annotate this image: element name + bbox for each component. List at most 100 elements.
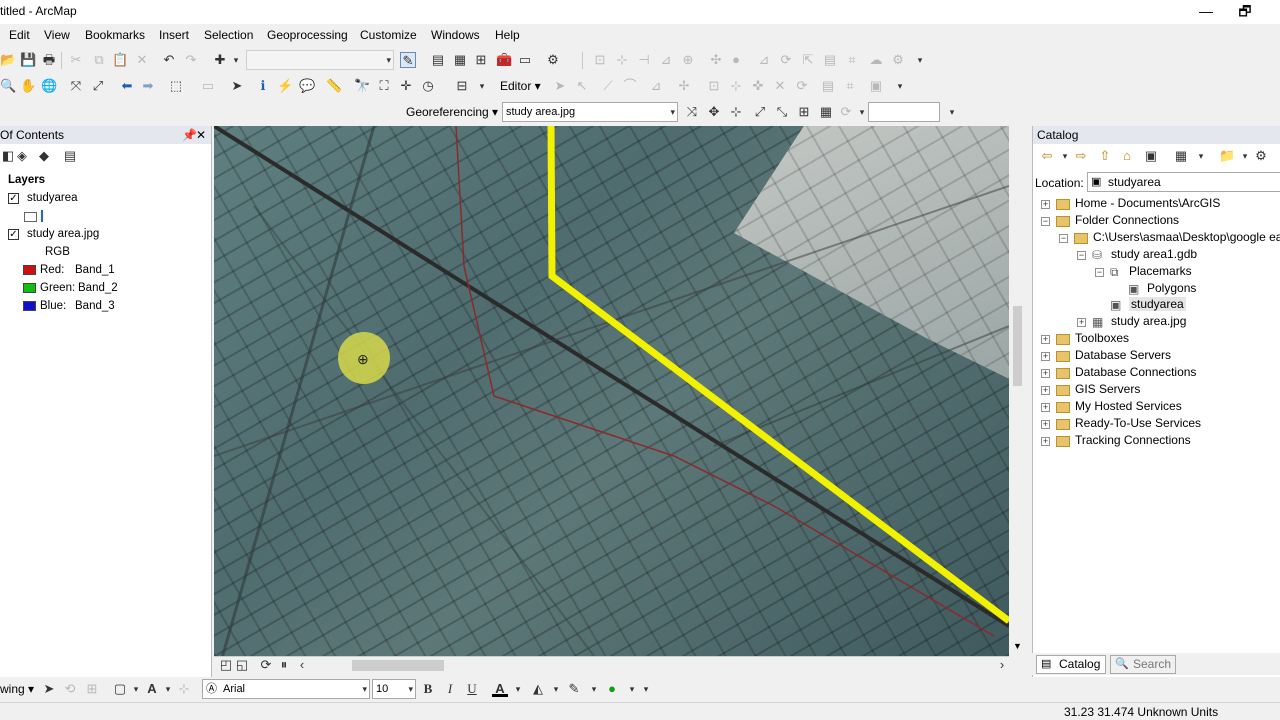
forward-extent-icon[interactable]: ➡ [140, 78, 156, 94]
collapse-icon[interactable]: − [1059, 233, 1068, 243]
font-combo[interactable]: Ⓐ Arial ▾ [202, 679, 370, 699]
menu-help[interactable]: Help [495, 28, 520, 42]
time-slider-icon[interactable]: ◷ [420, 78, 436, 94]
catalog-tree-item[interactable]: Database Servers [1075, 348, 1171, 362]
list-by-visibility-icon[interactable]: ◆ [36, 148, 52, 164]
scroll-right-icon[interactable]: › [994, 657, 1010, 673]
catalog-tree-item[interactable]: Ready-To-Use Services [1075, 416, 1201, 430]
catalog-tree-item[interactable]: Database Connections [1075, 365, 1196, 379]
topology-icon[interactable]: ✣ [708, 52, 724, 68]
edit-vertices-icon[interactable]: ⊹ [176, 681, 192, 697]
layer-checkbox[interactable]: ✓ [8, 229, 19, 240]
expand-icon[interactable]: + [1041, 385, 1050, 395]
catalog-tree-item[interactable]: Home - Documents\ArcGIS [1075, 196, 1220, 210]
reshape-feature-icon[interactable]: ⊹ [728, 78, 744, 94]
arctoolbox-icon[interactable]: 🧰 [496, 52, 512, 68]
html-popup-icon[interactable]: 💬 [299, 78, 315, 94]
pause-icon[interactable]: ⏸ [276, 657, 292, 673]
hyperlink-icon[interactable]: ⚡ [277, 78, 293, 94]
rotate-icon[interactable]: ⟳ [778, 52, 794, 68]
restore-button[interactable]: 🗗 [1222, 0, 1268, 24]
delete-icon[interactable]: ✕ [134, 52, 150, 68]
cloud-icon[interactable]: ☁ [868, 52, 884, 68]
layout-view-icon[interactable]: ◱ [234, 657, 250, 673]
edit-tool-icon[interactable]: ➤ [552, 78, 568, 94]
straight-segment-icon[interactable]: ⟋ [600, 78, 616, 94]
menu-selection[interactable]: Selection [204, 28, 253, 42]
select-elements-icon[interactable]: ➤ [229, 78, 245, 94]
drawing-menu[interactable]: wing ▾ [0, 682, 34, 696]
forward-icon[interactable]: ⇨ [1073, 148, 1089, 164]
fixed-zoom-in-icon[interactable]: ⤧ [68, 78, 84, 94]
catalog-tree-item[interactable]: My Hosted Services [1075, 399, 1182, 413]
expand-icon[interactable]: + [1041, 419, 1050, 429]
chevron-down-icon[interactable]: ▾ [548, 681, 564, 697]
rotate-angle-input[interactable] [868, 102, 940, 122]
endpoint-arc-icon[interactable]: ⌒ [622, 78, 638, 94]
scroll-thumb[interactable] [1013, 306, 1022, 386]
paste-icon[interactable]: 📋 [112, 52, 128, 68]
layer-symbol-swatch[interactable] [24, 212, 37, 222]
bold-button[interactable]: B [420, 681, 436, 697]
full-extent-icon[interactable]: 🌐 [41, 78, 57, 94]
split-tool-icon[interactable]: ✕ [772, 78, 788, 94]
catalog-tree-item[interactable]: Toolboxes [1075, 331, 1129, 345]
back-icon[interactable]: ⇦ [1039, 148, 1055, 164]
select-features-icon[interactable]: ⬚ [168, 78, 184, 94]
clear-selection-icon[interactable]: ▭ [200, 78, 216, 94]
editor-menu[interactable]: Editor ▾ [500, 79, 541, 93]
find-icon[interactable]: 🔭 [354, 78, 370, 94]
fill-color-icon[interactable]: ◭ [530, 681, 546, 697]
menu-insert[interactable]: Insert [159, 28, 189, 42]
toolbar-options-icon[interactable]: ▾ [944, 104, 960, 120]
collapse-icon[interactable]: − [1077, 250, 1086, 260]
open-icon[interactable]: 📂 [0, 52, 16, 68]
italic-button[interactable]: I [442, 681, 458, 697]
cut-icon[interactable]: ✂ [68, 52, 84, 68]
rotate-georef-icon[interactable]: ⤨ [684, 104, 700, 120]
reshape-icon[interactable]: ⊿ [658, 52, 674, 68]
add-control-points-icon[interactable]: ⤢ [752, 104, 768, 120]
print-icon[interactable]: 🖶 [41, 52, 57, 68]
chevron-down-icon[interactable]: ▾ [510, 681, 526, 697]
sketch-icon[interactable]: ⌗ [844, 52, 860, 68]
menu-customize[interactable]: Customize [360, 28, 417, 42]
toolbar-options-icon[interactable]: ▾ [638, 681, 654, 697]
catalog-tree-item[interactable]: C:\Users\asmaa\Desktop\google ea [1093, 230, 1280, 244]
catalog-options-icon[interactable]: ⚙ [1253, 148, 1269, 164]
data-view-icon[interactable]: ◰ [218, 657, 234, 673]
rotate-icon[interactable]: ⟲ [62, 681, 78, 697]
create-viewer-icon[interactable]: ⊟ [454, 78, 470, 94]
chevron-down-icon[interactable]: ▾ [1237, 148, 1253, 164]
refresh-icon[interactable]: ⟳ [258, 657, 274, 673]
line-color-icon[interactable]: ✎ [566, 681, 582, 697]
chevron-down-icon[interactable]: ▾ [1057, 148, 1073, 164]
split-icon[interactable]: ⊣ [636, 52, 652, 68]
font-size-combo[interactable]: 10 ▾ [372, 679, 416, 699]
back-extent-icon[interactable]: ⬅ [119, 78, 135, 94]
font-color-button[interactable]: A [492, 681, 508, 697]
layer-checkbox[interactable]: ✓ [8, 193, 19, 204]
georeferencing-menu[interactable]: Georeferencing ▾ [406, 105, 498, 119]
scroll-thumb[interactable] [352, 660, 444, 671]
edit-vertices-icon[interactable]: ⊡ [706, 78, 722, 94]
map-vertical-scrollbar[interactable]: ▼ [1009, 126, 1026, 656]
model-builder-icon[interactable]: ⚙ [545, 52, 561, 68]
rectangle-icon[interactable]: ▢ [112, 681, 128, 697]
auto-register-icon[interactable]: ⤡ [774, 104, 790, 120]
home-icon[interactable]: ⌂ [1119, 148, 1135, 164]
connect-folder-icon[interactable]: 📁 [1219, 148, 1235, 164]
catalog-window-icon[interactable]: ▦ [452, 52, 468, 68]
link-table-icon[interactable]: ▦ [818, 104, 834, 120]
measure-icon[interactable]: 📏 [326, 78, 342, 94]
table-of-contents-icon[interactable]: ▤ [430, 52, 446, 68]
catalog-tree-item[interactable]: study area1.gdb [1111, 247, 1197, 261]
expand-icon[interactable]: + [1041, 200, 1050, 209]
search-window-icon[interactable]: ⊞ [473, 52, 489, 68]
zoom-whole-page-icon[interactable]: ⊞ [84, 681, 100, 697]
go-to-xy-icon[interactable]: ✛ [398, 78, 414, 94]
catalog-tree-item[interactable]: Tracking Connections [1075, 433, 1191, 447]
layers-label[interactable]: Layers [8, 174, 45, 186]
new-text-icon[interactable]: A [144, 681, 160, 697]
expand-icon[interactable]: + [1077, 318, 1086, 328]
